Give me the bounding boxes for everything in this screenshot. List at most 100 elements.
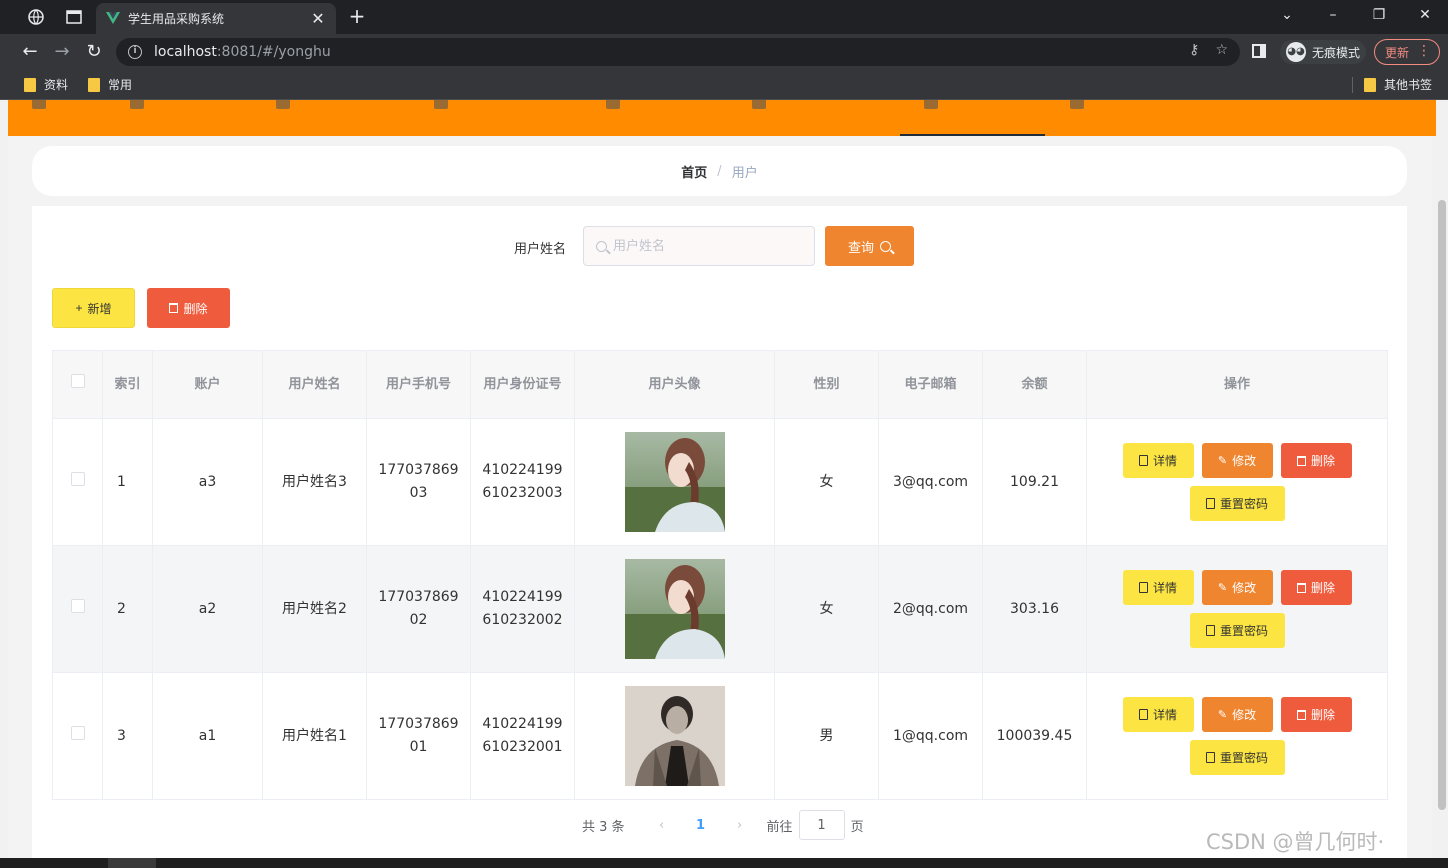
nav-item-8[interactable]	[1070, 100, 1084, 112]
next-page-icon[interactable]: ›	[727, 818, 753, 833]
actions-cell: 详情 ✎ 修改 删除 重置密码	[1086, 672, 1388, 800]
search-field[interactable]	[583, 226, 815, 266]
search-label: 用户姓名	[514, 242, 567, 257]
nav-item-7[interactable]	[924, 100, 938, 112]
add-button[interactable]: + 新增	[52, 288, 135, 328]
account-cell: a1	[152, 672, 263, 800]
delete-button[interactable]: 删除	[1280, 697, 1352, 732]
select-all-checkbox[interactable]	[70, 373, 85, 388]
phone-cell: 17703786903	[366, 418, 471, 546]
bookmarks-bar: 资料 常用 其他书签	[0, 70, 1448, 100]
id-card-cell: 410224199610232001	[470, 672, 575, 800]
row-select-cell	[52, 418, 103, 546]
document-icon	[1205, 625, 1215, 636]
pencil-icon: ✎	[1217, 709, 1228, 721]
pagination: 共 3 条 ‹ 1 › 前往 页	[582, 810, 864, 840]
bookmark-divider	[1352, 77, 1353, 93]
reset-password-button[interactable]: 重置密码	[1189, 486, 1285, 521]
reset-password-button[interactable]: 重置密码	[1189, 613, 1285, 648]
reload-icon[interactable]: ↻	[82, 40, 106, 64]
reset-password-button[interactable]: 重置密码	[1189, 740, 1285, 775]
bookmark-folder-ziliao[interactable]: 资料	[24, 76, 68, 93]
phone-cell: 17703786901	[366, 672, 471, 800]
incognito-indicator[interactable]: ◕◕ 无痕模式	[1280, 40, 1367, 64]
nav-item-4[interactable]	[434, 100, 448, 112]
account-cell: a2	[152, 545, 263, 673]
scrollbar-thumb[interactable]	[1438, 200, 1446, 810]
document-icon	[1138, 582, 1148, 593]
active-tab[interactable]: 学生用品采购系统 ✕	[96, 3, 336, 34]
name-cell: 用户姓名2	[262, 545, 367, 673]
detail-button[interactable]: 详情	[1122, 697, 1194, 732]
close-window-icon[interactable]: ✕	[1410, 4, 1440, 26]
row-checkbox[interactable]	[70, 598, 85, 613]
bookmark-folder-changyong[interactable]: 常用	[88, 76, 132, 93]
update-button[interactable]: 更新 ⋮	[1374, 39, 1440, 65]
prev-page-icon[interactable]: ‹	[649, 818, 675, 833]
forward-icon[interactable]: →	[50, 40, 74, 64]
nav-icon	[276, 100, 290, 109]
breadcrumb-separator: /	[717, 163, 722, 179]
edit-button[interactable]: ✎ 修改	[1201, 570, 1273, 605]
minimize-icon[interactable]: –	[1318, 4, 1348, 26]
window-tab-icon[interactable]	[60, 6, 88, 28]
detail-button[interactable]: 详情	[1122, 570, 1194, 605]
url-path: :8081/#/yonghu	[216, 44, 331, 60]
star-icon[interactable]: ☆	[1215, 42, 1228, 58]
other-bookmarks[interactable]: 其他书签	[1364, 76, 1432, 93]
close-tab-icon[interactable]: ✕	[310, 9, 326, 28]
balance-cell: 109.21	[982, 418, 1087, 546]
breadcrumb-home[interactable]: 首页	[681, 162, 707, 181]
tab-search-icon[interactable]: ⌄	[1272, 4, 1302, 26]
document-icon	[1138, 455, 1148, 466]
taskbar-item[interactable]	[108, 858, 156, 868]
email-cell: 2@qq.com	[878, 545, 983, 673]
new-tab-icon[interactable]: +	[346, 5, 368, 27]
trash-icon	[1296, 455, 1306, 466]
site-info-icon[interactable]: i	[128, 45, 142, 59]
delete-button[interactable]: 删除	[1280, 443, 1352, 478]
index-cell: 3	[102, 672, 153, 800]
restore-icon[interactable]: ❐	[1364, 4, 1394, 26]
edit-label: 修改	[1232, 581, 1257, 595]
edit-button[interactable]: ✎ 修改	[1201, 697, 1273, 732]
goto-page-input[interactable]	[798, 810, 845, 840]
pencil-icon: ✎	[1217, 455, 1228, 467]
page-scrollbar[interactable]	[1436, 100, 1448, 868]
detail-button[interactable]: 详情	[1122, 443, 1194, 478]
nav-item-5[interactable]	[606, 100, 620, 112]
id-card-cell: 410224199610232003	[470, 418, 575, 546]
folder-icon	[88, 77, 100, 92]
side-panel-icon[interactable]	[1252, 44, 1266, 58]
globe-tab-icon[interactable]	[22, 6, 50, 28]
nav-item-3[interactable]	[276, 100, 290, 112]
nav-item-1[interactable]	[32, 100, 46, 112]
batch-delete-button[interactable]: 删除	[147, 288, 230, 328]
watermark: CSDN @曾几何时·	[1206, 830, 1385, 854]
nav-item-2[interactable]	[130, 100, 144, 112]
row-checkbox[interactable]	[70, 471, 85, 486]
table-row: 1 a3 用户姓名3 17703786903 41022419961023200…	[52, 418, 1388, 546]
edit-button[interactable]: ✎ 修改	[1201, 443, 1273, 478]
breadcrumb: 首页 / 用户	[32, 146, 1407, 196]
column-header: 性别	[774, 350, 879, 419]
row-checkbox[interactable]	[70, 725, 85, 740]
key-icon[interactable]: ⚷	[1189, 42, 1199, 58]
select-all-cell	[52, 350, 103, 419]
address-bar[interactable]: i localhost:8081/#/yonghu ⚷ ☆	[116, 38, 1240, 66]
column-header: 余额	[982, 350, 1087, 419]
avatar-cell	[574, 545, 775, 673]
avatar	[624, 559, 725, 659]
query-button[interactable]: 查询	[825, 226, 914, 266]
back-icon[interactable]: ←	[18, 40, 42, 64]
more-menu-icon[interactable]: ⋮	[1417, 43, 1431, 59]
delete-button[interactable]: 删除	[1280, 570, 1352, 605]
browser-toolbar: ← → ↻ i localhost:8081/#/yonghu ⚷ ☆ ◕◕ 无…	[0, 34, 1448, 70]
table-row: 2 a2 用户姓名2 17703786902 41022419961023200…	[52, 545, 1388, 673]
gender-cell: 女	[774, 545, 879, 673]
search-input[interactable]	[613, 238, 803, 254]
page-number-current[interactable]: 1	[675, 818, 727, 833]
nav-item-6[interactable]	[752, 100, 766, 112]
add-label: 新增	[87, 301, 112, 316]
pagination-total: 共 3 条	[582, 819, 625, 835]
